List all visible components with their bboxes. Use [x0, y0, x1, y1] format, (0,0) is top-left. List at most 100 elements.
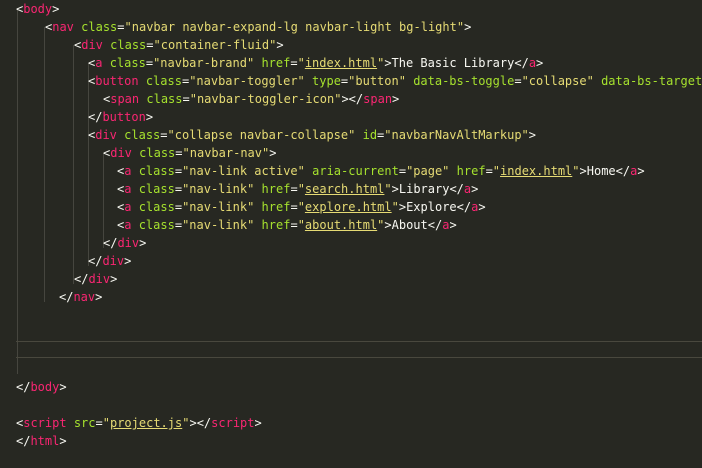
- attribute-name: class: [138, 182, 175, 196]
- attribute-value: "button": [348, 74, 406, 88]
- code-text: >: [139, 236, 147, 250]
- tag-name: button: [95, 74, 139, 88]
- attribute-value: ": [492, 164, 501, 178]
- code-line[interactable]: </body>: [16, 378, 67, 396]
- code-text: >: [637, 164, 645, 178]
- attribute-value: ": [391, 200, 399, 214]
- attribute-name: data-bs-toggle: [413, 74, 515, 88]
- attribute-value: "container-fluid": [153, 38, 277, 52]
- attribute-name: id: [362, 128, 378, 142]
- code-editor[interactable]: <body> <nav class="navbar navbar-expand-l…: [0, 0, 702, 468]
- code-text: ></: [341, 92, 364, 106]
- code-line[interactable]: <a class="nav-link active" aria-current=…: [16, 162, 645, 180]
- code-text: ></: [189, 416, 212, 430]
- code-text: >: [536, 56, 544, 70]
- code-text: =: [174, 218, 183, 232]
- attribute-name: class: [110, 38, 147, 52]
- code-line[interactable]: <script src="project.js"></script>: [16, 414, 262, 432]
- attribute-name: class: [138, 218, 175, 232]
- attribute-name: src: [73, 416, 96, 430]
- code-line[interactable]: </button>: [16, 108, 153, 126]
- code-text: </: [74, 272, 89, 286]
- code-text: =: [175, 146, 183, 160]
- code-text: =: [290, 218, 298, 232]
- code-line[interactable]: <body>: [16, 0, 59, 18]
- code-text: >: [269, 146, 277, 160]
- code-text: =: [145, 56, 154, 70]
- code-line[interactable]: <a class="nav-link" href="search.html">L…: [16, 180, 478, 198]
- code-text: >: [276, 38, 284, 52]
- code-text: </: [16, 434, 31, 448]
- attribute-name: class: [124, 128, 161, 142]
- tag-name: div: [95, 128, 117, 142]
- code-line[interactable]: <nav class="navbar navbar-expand-lg navb…: [16, 18, 471, 36]
- attribute-value: "navbar-toggler": [189, 74, 305, 88]
- code-text: =: [398, 164, 407, 178]
- code-line[interactable]: <a class="navbar-brand" href="index.html…: [16, 54, 543, 72]
- attribute-value: index.html: [304, 56, 378, 70]
- code-text: >: [145, 110, 154, 124]
- code-text: =: [290, 182, 298, 196]
- attribute-name: class: [146, 92, 183, 106]
- code-line[interactable]: <span class="navbar-toggler-icon"></span…: [16, 90, 399, 108]
- code-line[interactable]: <a class="nav-link" href="about.html">Ab…: [16, 216, 457, 234]
- code-line[interactable]: <div class="container-fluid">: [16, 36, 284, 54]
- code-line[interactable]: </div>: [16, 234, 146, 252]
- code-line[interactable]: <button class="navbar-toggler" type="but…: [16, 72, 702, 90]
- code-text: >Home</: [579, 164, 631, 178]
- code-line[interactable]: </div>: [16, 252, 131, 270]
- code-text: >: [449, 218, 457, 232]
- code-line[interactable]: <div class="navbar-nav">: [16, 144, 276, 162]
- attribute-name: href: [456, 164, 486, 178]
- code-text: =: [95, 416, 103, 430]
- tag-name: nav: [52, 20, 74, 34]
- code-text: >: [52, 2, 60, 16]
- attribute-name: class: [138, 164, 175, 178]
- attribute-name: aria-current: [312, 164, 399, 178]
- code-line[interactable]: <a class="nav-link" href="explore.html">…: [16, 198, 486, 216]
- attribute-name: type: [312, 74, 341, 88]
- code-line[interactable]: <div class="collapse navbar-collapse" id…: [16, 126, 536, 144]
- attribute-name: href: [261, 56, 291, 70]
- code-text: =: [160, 128, 168, 142]
- tag-name: span: [363, 92, 393, 106]
- code-line[interactable]: </div>: [16, 270, 117, 288]
- code-text: =: [290, 56, 298, 70]
- code-text: </: [16, 380, 31, 394]
- attribute-value: ": [297, 56, 305, 70]
- code-text: =: [174, 164, 183, 178]
- attribute-value: explore.html: [304, 200, 392, 214]
- tag-name: span: [110, 92, 140, 106]
- code-text: >: [528, 128, 537, 142]
- attribute-value: "navbar navbar-expand-lg navbar-light bg…: [124, 20, 465, 34]
- tag-name: div: [102, 254, 125, 268]
- attribute-value: "navbar-toggler-icon": [189, 92, 342, 106]
- code-text: =: [174, 182, 183, 196]
- code-text: >: [124, 254, 132, 268]
- attribute-name: class: [139, 146, 176, 160]
- attribute-value: "page": [406, 164, 450, 178]
- attribute-value: "nav-link active": [182, 164, 305, 178]
- attribute-value: ": [384, 182, 392, 196]
- tag-name: body: [30, 380, 60, 394]
- attribute-name: class: [145, 74, 182, 88]
- code-line[interactable]: </nav>: [16, 288, 102, 306]
- code-text: </: [59, 290, 74, 304]
- tag-name: div: [88, 272, 111, 286]
- code-line[interactable]: </html>: [16, 432, 67, 450]
- attribute-value: index.html: [500, 164, 573, 178]
- code-text: >: [95, 290, 103, 304]
- attribute-value: about.html: [304, 218, 378, 232]
- attribute-value: "navbarNavAltMarkup": [384, 128, 529, 142]
- attribute-name: data-bs-target: [601, 74, 702, 88]
- code-text: =: [290, 200, 298, 214]
